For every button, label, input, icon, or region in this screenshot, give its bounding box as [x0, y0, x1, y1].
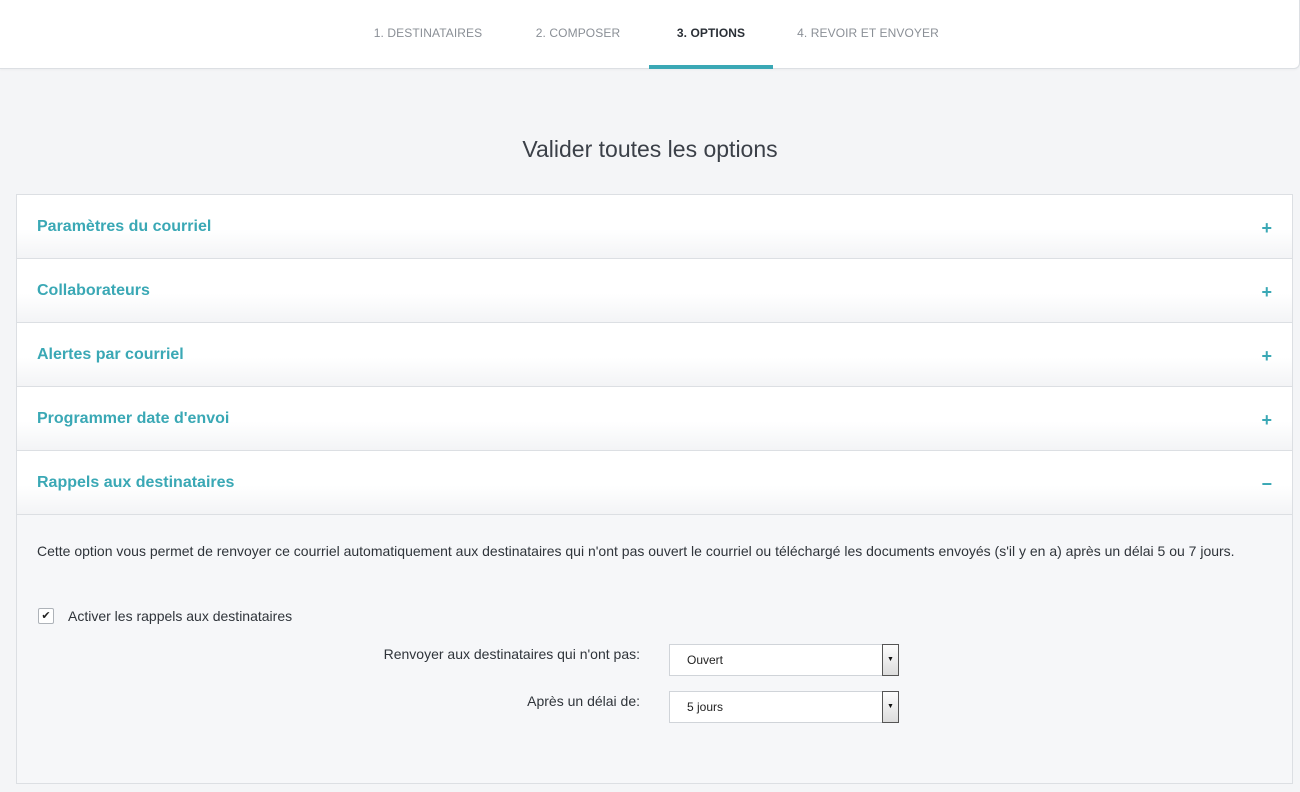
- collapse-icon[interactable]: −: [1261, 451, 1272, 517]
- expand-icon[interactable]: +: [1261, 195, 1272, 261]
- options-accordion: Paramètres du courriel + Collaborateurs …: [16, 194, 1293, 784]
- delay-value: 5 jours: [687, 700, 724, 714]
- enable-reminders-label: Activer les rappels aux destinataires: [68, 608, 293, 624]
- page-title: Valider toutes les options: [522, 136, 778, 162]
- expand-icon[interactable]: +: [1261, 323, 1272, 389]
- step-recipients[interactable]: 1. DESTINATAIRES: [363, 0, 493, 68]
- section-email-alerts[interactable]: Alertes par courriel +: [17, 323, 1292, 387]
- step-compose[interactable]: 2. COMPOSER: [518, 0, 638, 68]
- wizard-steps-bar: 1. DESTINATAIRES 2. COMPOSER 3. OPTIONS …: [0, 0, 1300, 69]
- delay-select[interactable]: 5 jours ▼: [669, 691, 899, 723]
- dropdown-arrow-icon[interactable]: ▼: [882, 644, 899, 676]
- section-email-settings[interactable]: Paramètres du courriel +: [17, 195, 1292, 259]
- enable-reminders-checkbox[interactable]: ✔: [38, 608, 54, 624]
- section-schedule-send-date[interactable]: Programmer date d'envoi +: [17, 387, 1292, 451]
- section-collaborators[interactable]: Collaborateurs +: [17, 259, 1292, 323]
- resend-condition-value: Ouvert: [687, 653, 724, 667]
- expand-icon[interactable]: +: [1261, 387, 1272, 453]
- delay-label: Après un délai de:: [527, 693, 640, 709]
- checkmark-icon: ✔: [41, 610, 51, 622]
- section-recipient-reminders[interactable]: Rappels aux destinataires −: [17, 451, 1292, 515]
- reminders-description: Cette option vous permet de renvoyer ce …: [37, 543, 1235, 559]
- section-title: Rappels aux destinataires: [37, 474, 235, 491]
- section-title: Paramètres du courriel: [37, 218, 212, 235]
- reminders-panel: Cette option vous permet de renvoyer ce …: [17, 515, 1292, 781]
- resend-condition-select[interactable]: Ouvert ▼: [669, 644, 899, 676]
- step-review-send[interactable]: 4. REVOIR ET ENVOYER: [793, 0, 943, 68]
- resend-condition-label: Renvoyer aux destinataires qui n'ont pas…: [383, 646, 640, 662]
- section-title: Programmer date d'envoi: [37, 410, 230, 427]
- expand-icon[interactable]: +: [1261, 259, 1272, 325]
- dropdown-arrow-icon[interactable]: ▼: [882, 691, 899, 723]
- section-title: Collaborateurs: [37, 282, 150, 299]
- section-title: Alertes par courriel: [37, 346, 184, 363]
- step-options[interactable]: 3. OPTIONS: [649, 0, 773, 69]
